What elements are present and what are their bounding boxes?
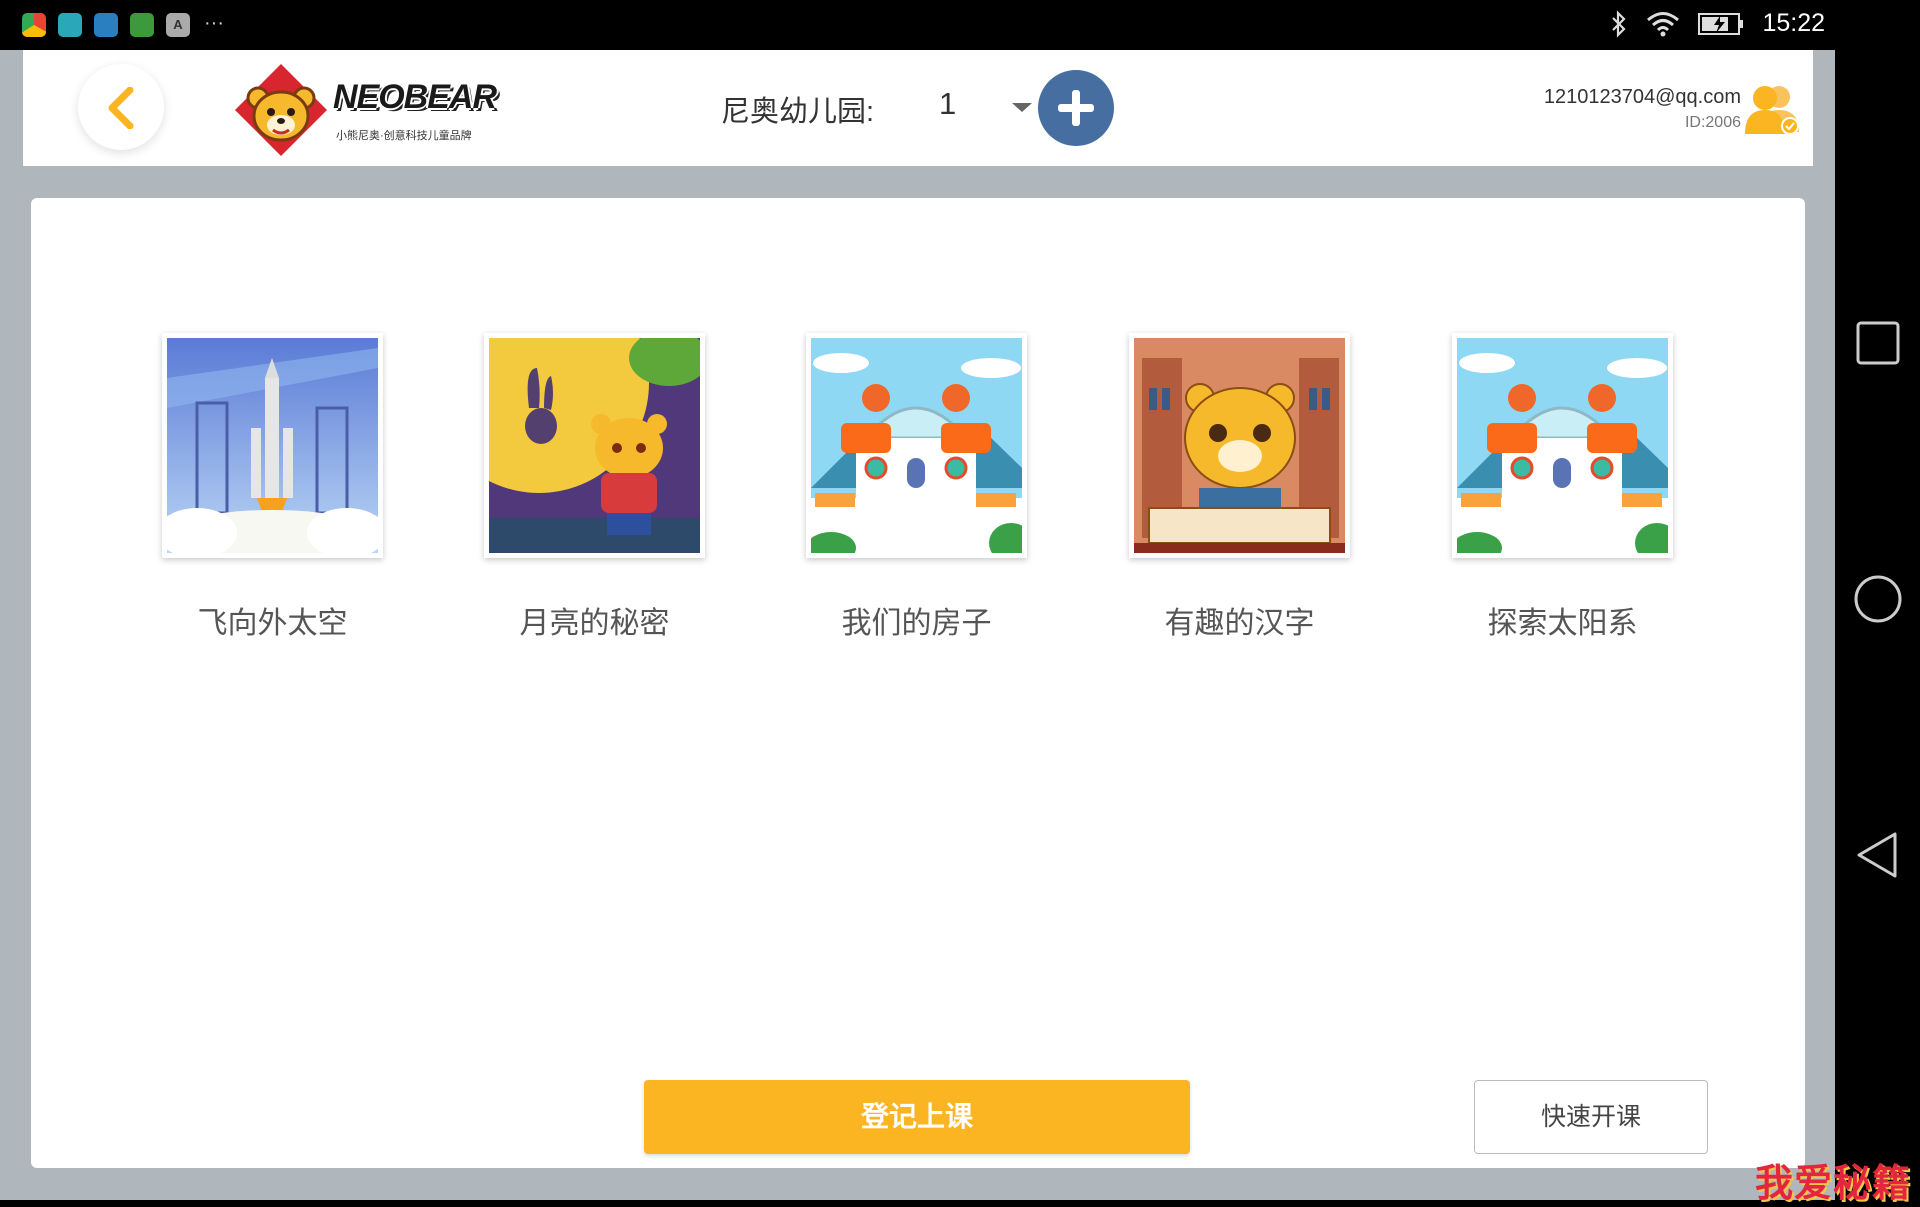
course-title: 探索太阳系 — [1487, 607, 1638, 640]
register-class-button[interactable]: 登记上课 — [644, 1080, 1190, 1154]
home-icon[interactable] — [1853, 574, 1903, 624]
bear-reading-image — [1134, 338, 1345, 553]
bear-mascot-logo-icon — [235, 64, 327, 156]
school-select-value[interactable]: 1 — [939, 86, 956, 122]
course-title: 月亮的秘密 — [519, 607, 670, 640]
wifi-icon — [1647, 11, 1680, 36]
notification-icons: A ··· — [22, 13, 224, 37]
course-panel: 飞向外太空 月亮的秘密 我们的房子 有趣的汉字 探索太阳系 登记上课 快速开课 — [31, 198, 1805, 1168]
course-thumbnail — [484, 333, 705, 558]
rocket-launch-image — [167, 338, 378, 553]
course-card[interactable]: 飞向外太空 — [162, 333, 383, 642]
course-thumbnail — [1452, 333, 1673, 558]
user-id: ID:2006 — [1684, 114, 1741, 131]
add-school-button[interactable] — [1038, 70, 1114, 146]
battery-charging-icon — [1698, 12, 1744, 35]
user-avatar-icon[interactable] — [1743, 82, 1803, 136]
keyboard-app-icon: A — [166, 13, 190, 37]
chrome-icon — [22, 13, 46, 37]
chevron-left-icon — [108, 87, 134, 129]
brand-name: NEOBEAR — [333, 78, 497, 116]
chevron-down-icon[interactable] — [1009, 100, 1035, 114]
more-notifications-icon: ··· — [204, 12, 224, 34]
moon-bear-image — [489, 338, 700, 553]
back-nav-icon[interactable] — [1853, 830, 1903, 880]
course-card[interactable]: 有趣的汉字 — [1129, 333, 1350, 642]
quick-start-button[interactable]: 快速开课 — [1474, 1080, 1708, 1154]
android-icon — [58, 13, 82, 37]
brand-logo: NEOBEAR 小熊尼奥·创意科技儿童品牌 — [233, 62, 497, 158]
course-thumbnail — [806, 333, 1027, 558]
course-card[interactable]: 我们的房子 — [806, 333, 1027, 642]
shield-app-icon — [94, 13, 118, 37]
house-image — [1457, 338, 1668, 553]
user-email: 1210123704@qq.com — [1543, 86, 1741, 108]
recent-apps-icon[interactable] — [1853, 318, 1903, 368]
back-button[interactable] — [78, 64, 164, 150]
clock: 15:22 — [1762, 9, 1825, 37]
course-card[interactable]: 探索太阳系 — [1452, 333, 1673, 642]
course-title: 有趣的汉字 — [1164, 607, 1315, 640]
frog-app-icon — [130, 13, 154, 37]
course-thumbnail — [162, 333, 383, 558]
app-header: NEOBEAR 小熊尼奥·创意科技儿童品牌 尼奥幼儿园: 1 121012370… — [23, 50, 1813, 166]
watermark-logo: 我爱秘籍 — [1755, 1160, 1912, 1205]
bluetooth-icon — [1612, 9, 1626, 38]
school-label: 尼奥幼儿园: — [721, 96, 875, 128]
house-image — [811, 338, 1022, 553]
course-title: 飞向外太空 — [197, 607, 348, 640]
plus-icon — [1058, 90, 1094, 126]
app-area: NEOBEAR 小熊尼奥·创意科技儿童品牌 尼奥幼儿园: 1 121012370… — [0, 50, 1835, 1200]
course-title: 我们的房子 — [841, 607, 992, 640]
system-nav-bar — [1835, 0, 1920, 1200]
status-bar: A ··· 15:22 — [0, 0, 1835, 50]
course-card[interactable]: 月亮的秘密 — [484, 333, 705, 642]
course-thumbnail — [1129, 333, 1350, 558]
brand-tagline: 小熊尼奥·创意科技儿童品牌 — [336, 130, 472, 142]
